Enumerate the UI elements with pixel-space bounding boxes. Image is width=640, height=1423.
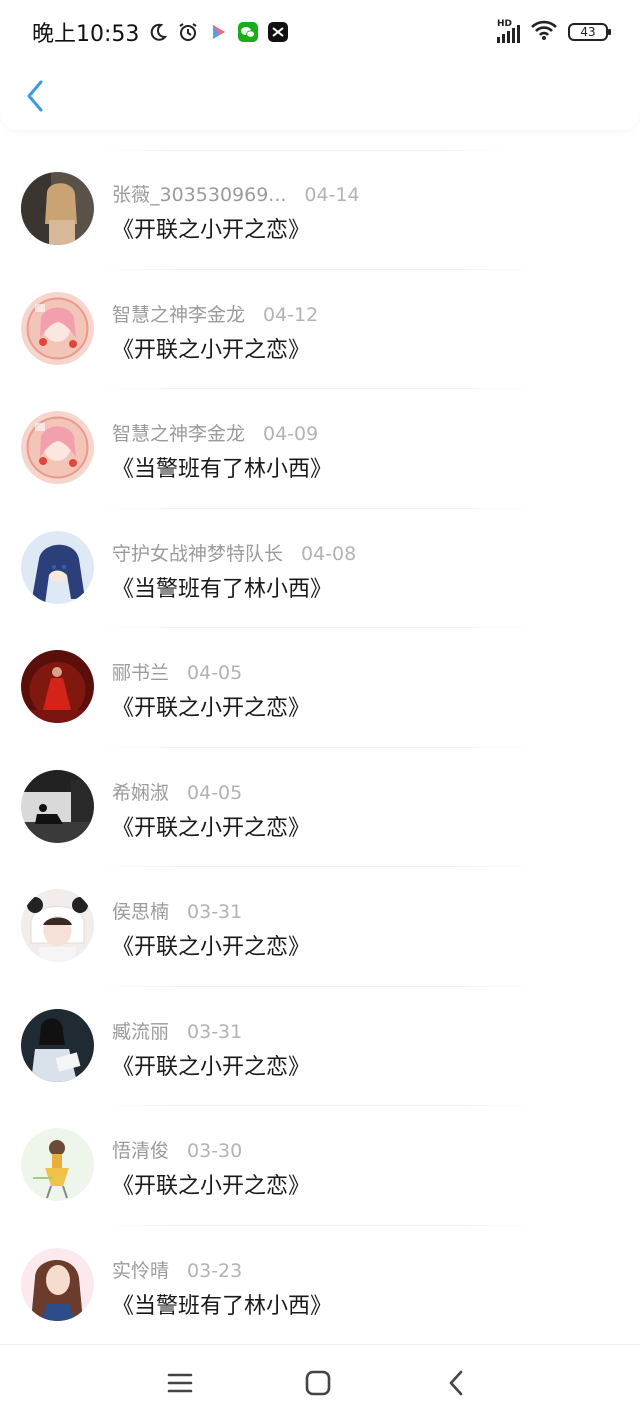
long-hair-girl-avatar — [21, 1247, 94, 1321]
woman-portrait-avatar — [21, 172, 94, 245]
list-item[interactable]: 悟清俊 03-30 《开联之小开之恋》 — [0, 1106, 640, 1226]
home-button[interactable] — [298, 1363, 338, 1403]
battery-level: 43 — [580, 25, 596, 39]
wifi-icon — [530, 19, 558, 45]
list-item[interactable]: 守护女战神梦特队长 04-08 《当警班有了林小西》 — [0, 509, 640, 628]
list-item[interactable]: 实怜晴 03-23 《当警班有了林小西》 — [0, 1226, 640, 1345]
header — [0, 64, 640, 130]
book-title[interactable]: 《当警班有了林小西》 — [112, 1288, 332, 1320]
book-title[interactable]: 《开联之小开之恋》 — [112, 1168, 310, 1200]
item-meta: 张薇_303530969... 04-14 — [112, 180, 360, 207]
nav-back-button[interactable] — [436, 1363, 476, 1403]
bw-window-avatar — [21, 769, 94, 843]
user-name[interactable]: 侯思楠 — [112, 897, 169, 924]
avatar[interactable] — [21, 889, 94, 962]
user-name[interactable]: 智慧之神李金龙 — [112, 300, 245, 327]
list-item[interactable]: 智慧之神李金龙 04-09 《当警班有了林小西》 — [0, 389, 640, 509]
item-date: 04-08 — [301, 542, 357, 565]
item-date: 03-31 — [187, 901, 243, 923]
avatar[interactable] — [21, 769, 94, 843]
cartoon-girl-avatar — [21, 1128, 94, 1201]
panda-hat-avatar — [21, 889, 94, 962]
user-name[interactable]: 悟清俊 — [112, 1136, 169, 1163]
list-item[interactable]: 臧流丽 03-31 《开联之小开之恋》 — [0, 987, 640, 1106]
list-item[interactable]: 智慧之神李金龙 04-12 《开联之小开之恋》 — [0, 270, 640, 389]
user-name[interactable]: 臧流丽 — [112, 1017, 169, 1044]
user-name[interactable]: 实怜晴 — [112, 1256, 169, 1283]
item-date: 03-23 — [187, 1259, 243, 1282]
user-name[interactable]: 智慧之神李金龙 — [112, 419, 245, 446]
list-item[interactable]: 希娴淑 04-05 《开联之小开之恋》 — [0, 748, 640, 867]
avatar[interactable] — [21, 1247, 94, 1321]
system-nav-bar — [0, 1344, 640, 1423]
item-meta: 希娴淑 04-05 — [112, 778, 242, 805]
book-title[interactable]: 《当警班有了林小西》 — [112, 571, 332, 603]
girl-book-avatar — [21, 1008, 94, 1082]
back-button[interactable] — [20, 76, 50, 116]
book-title[interactable]: 《开联之小开之恋》 — [112, 212, 310, 244]
avatar[interactable] — [21, 1008, 94, 1082]
book-title[interactable]: 《开联之小开之恋》 — [112, 690, 310, 722]
user-name[interactable]: 守护女战神梦特队长 — [112, 539, 283, 566]
item-meta: 智慧之神李金龙 04-09 — [112, 419, 318, 446]
book-title[interactable]: 《开联之小开之恋》 — [112, 929, 310, 961]
item-date: 03-30 — [187, 1140, 243, 1162]
avatar[interactable] — [21, 172, 94, 245]
moon-icon — [147, 21, 169, 43]
avatar[interactable] — [21, 1128, 94, 1201]
back-arrow-icon — [449, 1370, 463, 1396]
anime-girl-avatar — [21, 291, 94, 365]
network-type-label: HD — [497, 19, 513, 29]
user-name[interactable]: 希娴淑 — [112, 778, 169, 805]
battery-icon: 43 — [568, 23, 611, 41]
item-meta: 智慧之神李金龙 04-12 — [112, 300, 318, 327]
capcut-icon — [267, 21, 289, 43]
status-right: HD 43 — [497, 19, 611, 45]
wechat-icon — [237, 21, 259, 43]
anime-girl-avatar — [21, 411, 94, 484]
comment-list: 张薇_303530969... 04-14 《开联之小开之恋》 智慧之神李金龙 04-… — [0, 150, 640, 1345]
user-name[interactable]: 郦书兰 — [112, 658, 169, 685]
item-meta: 臧流丽 03-31 — [112, 1017, 242, 1044]
user-name[interactable]: 张薇_303530969... — [112, 180, 286, 207]
list-item[interactable]: 侯思楠 03-31 《开联之小开之恋》 — [0, 867, 640, 987]
signal-icon: HD — [497, 19, 520, 43]
item-meta: 郦书兰 04-05 — [112, 658, 242, 685]
menu-icon — [167, 1373, 193, 1393]
video-play-icon — [207, 21, 229, 43]
item-meta: 实怜晴 03-23 — [112, 1256, 242, 1283]
book-title[interactable]: 《开联之小开之恋》 — [112, 332, 310, 364]
status-time: 晚上10:53 — [32, 22, 140, 47]
item-date: 04-14 — [304, 184, 360, 206]
anime-blue-hair-avatar — [21, 530, 94, 604]
book-title[interactable]: 《开联之小开之恋》 — [112, 1049, 310, 1081]
status-left: 晚上10:53 — [32, 16, 289, 48]
home-square-icon — [305, 1370, 331, 1396]
avatar[interactable] — [21, 411, 94, 484]
item-meta: 悟清俊 03-30 — [112, 1136, 242, 1163]
screen: 晚上10:53 HD 43 张薇_303530969... 04-14 《开联之… — [0, 0, 640, 1423]
menu-button[interactable] — [160, 1363, 200, 1403]
avatar[interactable] — [21, 291, 94, 365]
avatar[interactable] — [21, 650, 94, 723]
alarm-icon — [177, 21, 199, 43]
avatar[interactable] — [21, 530, 94, 604]
item-date: 04-12 — [263, 303, 319, 326]
red-dress-avatar — [21, 650, 94, 723]
list-item[interactable]: 张薇_303530969... 04-14 《开联之小开之恋》 — [0, 150, 640, 270]
item-date: 04-05 — [187, 781, 243, 804]
chevron-left-icon — [27, 80, 43, 112]
item-meta: 侯思楠 03-31 — [112, 897, 242, 924]
item-date: 04-05 — [187, 662, 243, 684]
book-title[interactable]: 《当警班有了林小西》 — [112, 451, 332, 483]
item-date: 04-09 — [263, 423, 319, 445]
book-title[interactable]: 《开联之小开之恋》 — [112, 810, 310, 842]
item-meta: 守护女战神梦特队长 04-08 — [112, 539, 356, 566]
item-date: 03-31 — [187, 1020, 243, 1043]
list-item[interactable]: 郦书兰 04-05 《开联之小开之恋》 — [0, 628, 640, 748]
status-bar: 晚上10:53 HD 43 — [0, 0, 640, 64]
